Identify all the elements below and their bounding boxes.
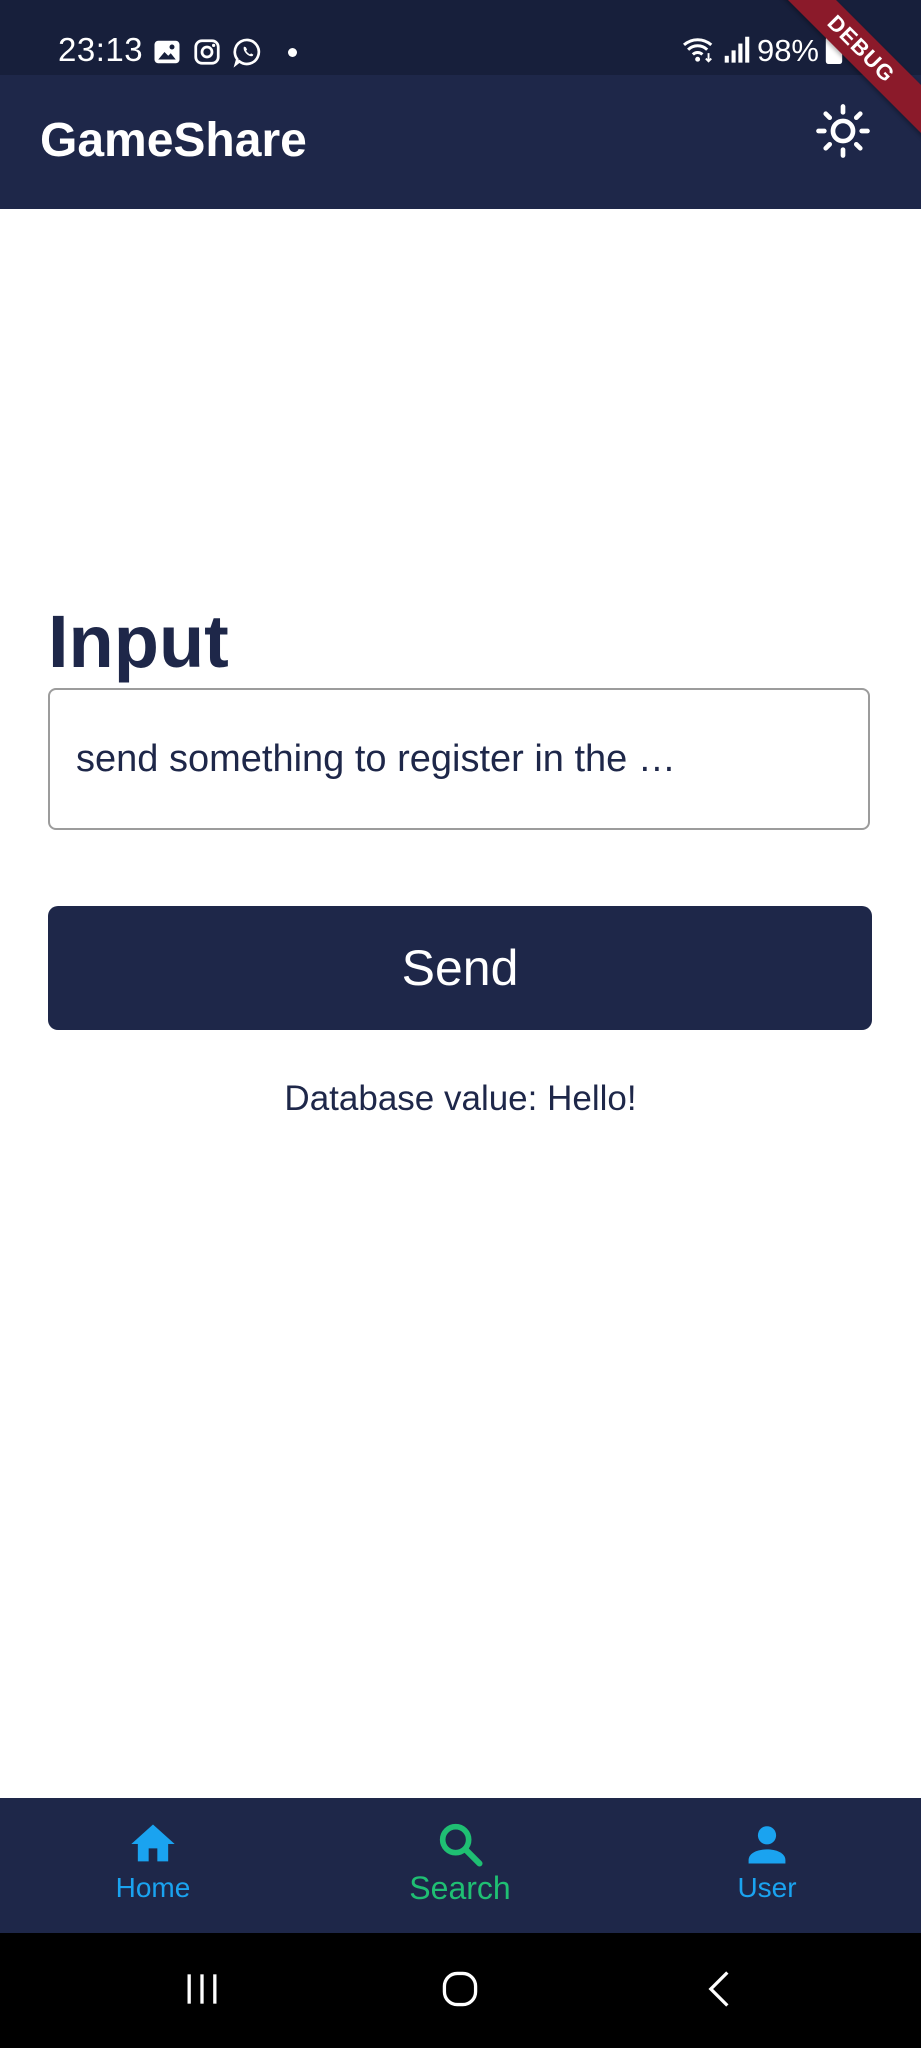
app-title: GameShare: [40, 114, 307, 167]
status-time: 23:13: [58, 31, 144, 68]
recents-icon: [180, 1967, 224, 2016]
system-nav-bar: [0, 1933, 921, 2048]
input-heading: Input: [48, 600, 229, 683]
nav-item-home[interactable]: Home: [53, 1818, 253, 1906]
system-home-button[interactable]: [430, 1961, 490, 2021]
instagram-icon: [192, 37, 222, 67]
recents-button[interactable]: [172, 1961, 232, 2021]
whatsapp-icon: [232, 36, 264, 68]
status-icons-left: [152, 36, 297, 68]
notification-dot: [288, 47, 297, 57]
signal-icon: [723, 34, 751, 69]
database-value-text: Database value: Hello!: [284, 1079, 637, 1118]
home-circle-icon: [438, 1967, 482, 2016]
nav-item-search[interactable]: Search: [360, 1818, 560, 1906]
user-icon: [667, 1818, 867, 1870]
nav-label-search: Search: [409, 1870, 511, 1906]
status-bar: 23:13 98%: [0, 0, 921, 75]
bottom-nav: Home Search User: [0, 1798, 921, 1933]
theme-toggle-button[interactable]: [813, 103, 873, 163]
gallery-icon: [152, 37, 182, 67]
sun-icon: [815, 103, 871, 164]
text-field[interactable]: [48, 688, 870, 830]
system-back-button[interactable]: [690, 1961, 750, 2021]
back-icon: [698, 1967, 742, 2016]
nav-item-user[interactable]: User: [667, 1818, 867, 1906]
search-icon: [360, 1818, 560, 1870]
send-button[interactable]: Send: [48, 906, 872, 1030]
nav-label-home: Home: [115, 1872, 191, 1903]
screen: 23:13 98% DEBUG GameShare Input send som…: [0, 0, 921, 2048]
home-icon: [53, 1818, 253, 1870]
wifi-icon: [681, 34, 717, 69]
app-bar: GameShare: [0, 75, 921, 209]
battery-percent: 98%: [756, 33, 819, 68]
nav-label-user: User: [737, 1872, 797, 1903]
status-icons-right: 98%: [681, 32, 843, 70]
message-input[interactable]: [76, 690, 836, 828]
